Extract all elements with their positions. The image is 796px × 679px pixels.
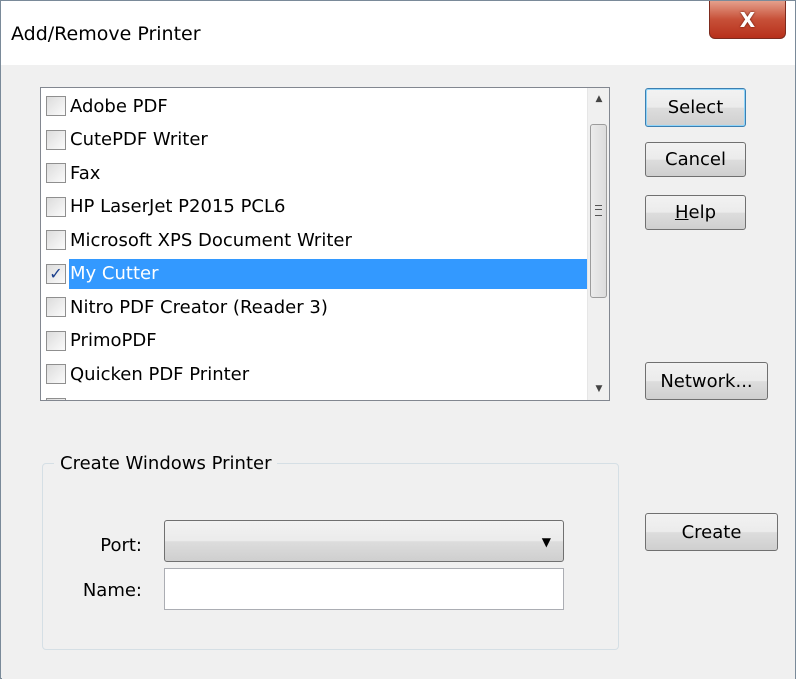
printer-list-item[interactable]: ✓ My Cutter (41, 258, 587, 289)
printer-name: Nitro PDF Creator (Reader 3) (70, 296, 328, 318)
printer-checkbox[interactable]: ✓ (46, 263, 66, 284)
name-label: Name: (82, 580, 142, 601)
help-button[interactable]: Help (645, 195, 746, 230)
printer-list-item[interactable]: Microsoft XPS Document Writer (41, 225, 587, 255)
name-field[interactable] (164, 568, 564, 610)
port-dropdown[interactable]: ▼ (164, 520, 564, 562)
scroll-down-icon[interactable]: ▼ (588, 378, 609, 400)
printer-name: RX-101S (69, 393, 587, 400)
printer-name: CutePDF Writer (70, 129, 208, 150)
printer-checkbox[interactable] (46, 230, 66, 250)
printer-checkbox[interactable] (46, 196, 66, 217)
help-mnemonic: H (674, 202, 689, 223)
cancel-button[interactable]: Cancel (645, 142, 746, 177)
grip-icon (595, 205, 602, 216)
printer-list-item[interactable]: Quicken PDF Printer (41, 359, 587, 389)
chevron-down-icon: ▼ (541, 535, 551, 549)
port-label: Port: (100, 535, 142, 556)
printer-checkbox[interactable] (46, 297, 66, 317)
help-label-rest: elp (688, 202, 717, 223)
select-button[interactable]: Select (645, 88, 746, 127)
printer-checkbox[interactable] (46, 330, 66, 351)
printer-checkbox[interactable] (46, 129, 66, 150)
dialog-title: Add/Remove Printer (11, 23, 201, 45)
add-remove-printer-dialog: Add/Remove Printer X Adobe PDF CutePDF Wr… (0, 0, 796, 679)
scroll-thumb[interactable] (590, 124, 607, 298)
scroll-up-icon[interactable]: ▲ (588, 88, 609, 110)
create-button[interactable]: Create (645, 513, 778, 551)
check-icon: ✓ (49, 264, 63, 283)
close-button[interactable]: X (709, 1, 786, 39)
printer-list[interactable]: Adobe PDF CutePDF Writer Fax HP LaserJet P2… (40, 87, 610, 401)
printer-checkbox[interactable] (46, 96, 66, 116)
printer-list-item[interactable]: PrimoPDF (41, 326, 587, 356)
network-button[interactable]: Network... (645, 362, 768, 400)
printer-name: Quicken PDF Printer (70, 363, 250, 385)
group-title: Create Windows Printer (54, 453, 278, 474)
printer-list-item[interactable]: HP LaserJet P2015 PCL6 (41, 192, 587, 222)
printer-list-item[interactable]: CutePDF Writer (41, 125, 587, 155)
printer-checkbox[interactable] (46, 364, 66, 384)
printer-name: My Cutter (69, 258, 587, 289)
printer-list-scrollbar[interactable]: ▲ ▼ (587, 88, 609, 400)
printer-checkbox[interactable] (46, 397, 66, 400)
dialog-body: Adobe PDF CutePDF Writer Fax HP LaserJet P2… (2, 65, 795, 679)
printer-checkbox[interactable] (46, 163, 66, 183)
printer-list-item[interactable]: Fax (41, 158, 587, 188)
printer-list-item[interactable]: RX-101S (41, 393, 587, 400)
printer-name: Fax (70, 162, 101, 184)
printer-name: Microsoft XPS Document Writer (70, 229, 352, 251)
printer-name: PrimoPDF (70, 330, 157, 351)
title-bar: Add/Remove Printer X (1, 1, 795, 65)
close-icon: X (739, 7, 756, 32)
printer-name: HP LaserJet P2015 PCL6 (70, 196, 286, 217)
printer-list-item[interactable]: Nitro PDF Creator (Reader 3) (41, 292, 587, 322)
printer-name: Adobe PDF (70, 95, 168, 117)
printer-list-item[interactable]: Adobe PDF (41, 91, 587, 121)
